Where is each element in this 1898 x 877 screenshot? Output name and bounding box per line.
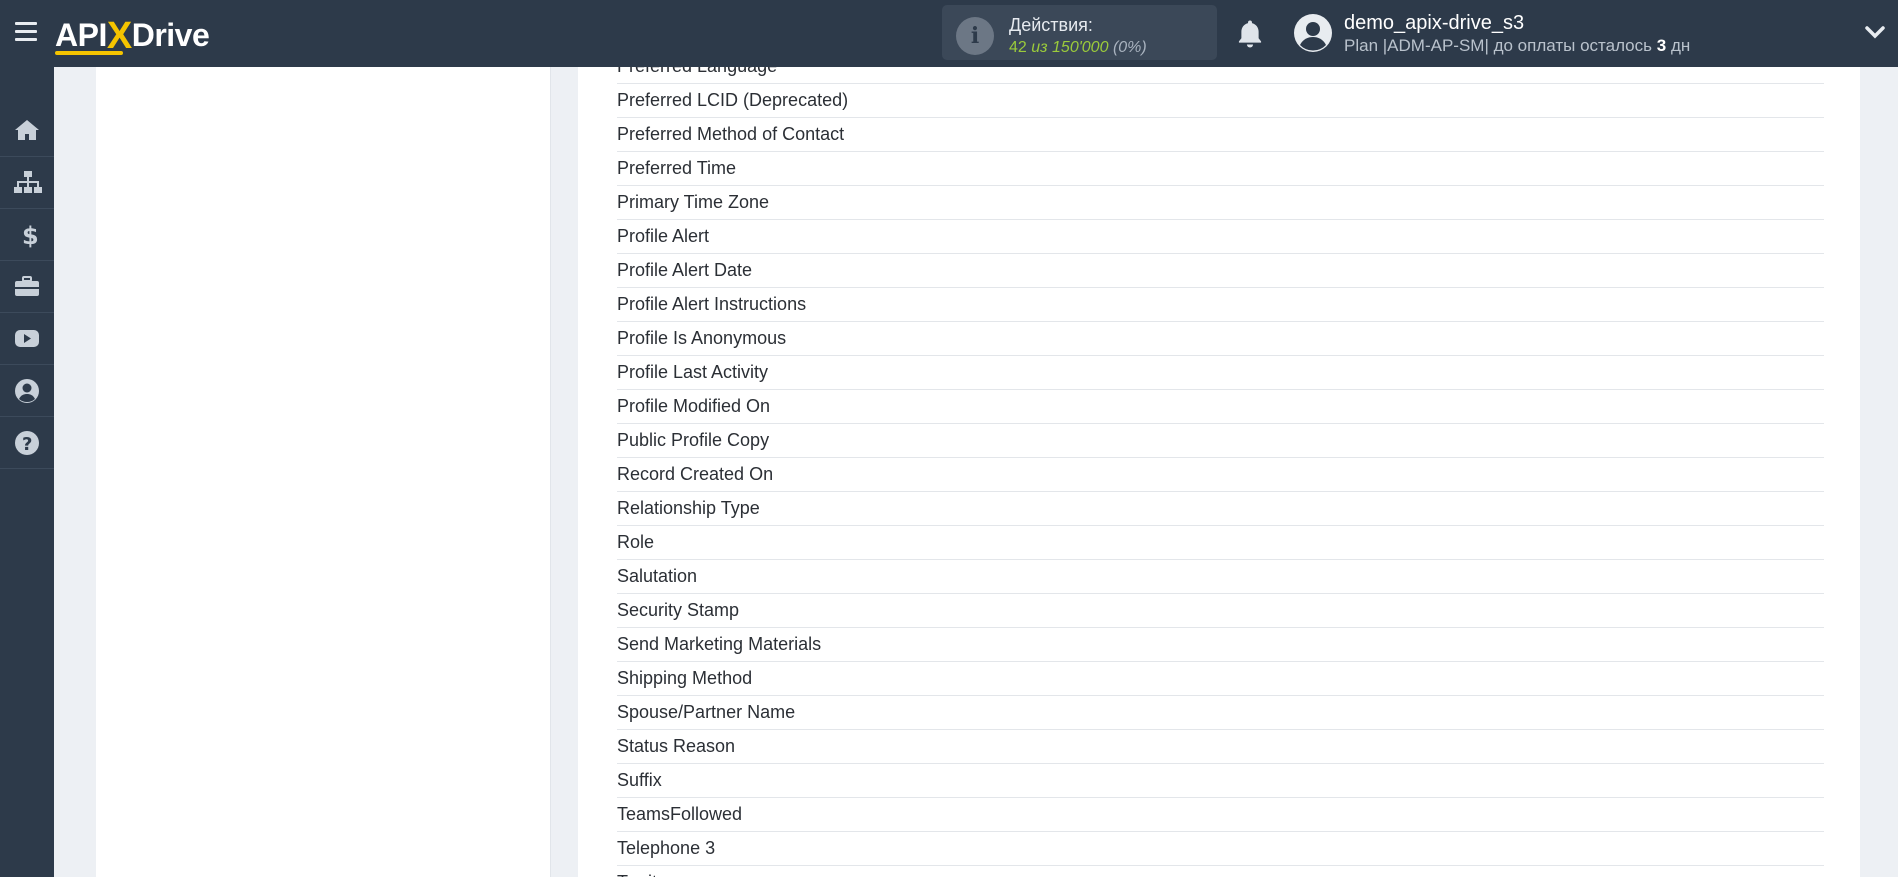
field-list: Preferred LanguagePreferred LCID (Deprec… [617,67,1824,877]
dollar-icon: $ [22,222,39,248]
sidebar-item-billing[interactable]: $ [0,208,54,261]
field-list-item[interactable]: TeamsFollowed [617,798,1824,832]
field-list-item[interactable]: Status Reason [617,730,1824,764]
bell-icon[interactable] [1235,18,1265,50]
home-icon [15,120,39,140]
sidebar-item-account[interactable] [0,364,54,417]
field-list-item[interactable]: Spouse/Partner Name [617,696,1824,730]
actions-counter[interactable]: i Действия: 42 из 150'000 (0%) [942,5,1217,60]
plan-days-unit: дн [1670,36,1691,55]
logo-api: API [55,17,107,53]
field-list-item[interactable]: Profile Modified On [617,390,1824,424]
field-list-item[interactable]: Profile Alert Date [617,254,1824,288]
actions-label: Действия: [1009,15,1093,35]
logo-drive: Drive [131,17,210,53]
info-icon: i [956,17,994,55]
logo-underline [55,51,123,55]
field-list-item[interactable]: Shipping Method [617,662,1824,696]
field-list-item[interactable]: Record Created On [617,458,1824,492]
svg-text:$: $ [22,222,39,248]
user-circle-icon [15,379,39,403]
field-list-item[interactable]: Security Stamp [617,594,1824,628]
field-list-panel: Preferred LanguagePreferred LCID (Deprec… [578,67,1860,877]
field-list-item[interactable]: Territory [617,866,1824,877]
plan-days: 3 [1656,36,1667,55]
actions-count: 42 [1009,39,1027,56]
user-name[interactable]: demo_apix-drive_s3 [1344,12,1524,35]
apixdrive-logo[interactable]: APIXDrive [55,13,210,57]
chevron-down-icon[interactable] [1864,24,1886,40]
field-list-item[interactable]: Profile Alert [617,220,1824,254]
sidebar: $ ? [0,67,54,877]
actions-of: из 150'000 [1031,39,1109,56]
field-list-item[interactable]: Preferred Language [617,67,1824,84]
youtube-icon [15,330,39,347]
menu-icon[interactable] [15,22,37,42]
actions-percent: (0%) [1112,39,1147,56]
field-list-item[interactable]: Suffix [617,764,1824,798]
sidebar-item-home[interactable] [0,104,54,157]
sitemap-icon [14,171,42,193]
sidebar-item-connections[interactable] [0,156,54,209]
sidebar-item-services[interactable] [0,260,54,313]
field-list-item[interactable]: Profile Alert Instructions [617,288,1824,322]
field-list-item[interactable]: Send Marketing Materials [617,628,1824,662]
field-list-item[interactable]: Preferred Method of Contact [617,118,1824,152]
field-list-item[interactable]: Primary Time Zone [617,186,1824,220]
actions-count-line: 42 из 150'000 (0%) [1009,39,1147,57]
field-list-item[interactable]: Public Profile Copy [617,424,1824,458]
field-list-item[interactable]: Relationship Type [617,492,1824,526]
help-icon: ? [15,431,39,455]
user-plan: Plan |ADM-AP-SM| до оплаты осталось 3 дн [1344,36,1690,56]
field-list-item[interactable]: Salutation [617,560,1824,594]
briefcase-icon [15,276,39,296]
field-list-item[interactable]: Preferred LCID (Deprecated) [617,84,1824,118]
field-list-item[interactable]: Profile Last Activity [617,356,1824,390]
avatar-icon[interactable] [1294,14,1332,52]
plan-prefix: Plan |ADM-AP-SM| до оплаты осталось [1344,36,1652,55]
field-list-item[interactable]: Telephone 3 [617,832,1824,866]
sidebar-item-video[interactable] [0,312,54,365]
field-list-item[interactable]: Role [617,526,1824,560]
top-bar: APIXDrive i Действия: 42 из 150'000 (0%)… [0,0,1898,67]
sidebar-item-help[interactable]: ? [0,416,54,469]
field-list-item[interactable]: Preferred Time [617,152,1824,186]
left-panel [96,67,551,877]
field-list-item[interactable]: Profile Is Anonymous [617,322,1824,356]
svg-text:?: ? [22,434,32,455]
